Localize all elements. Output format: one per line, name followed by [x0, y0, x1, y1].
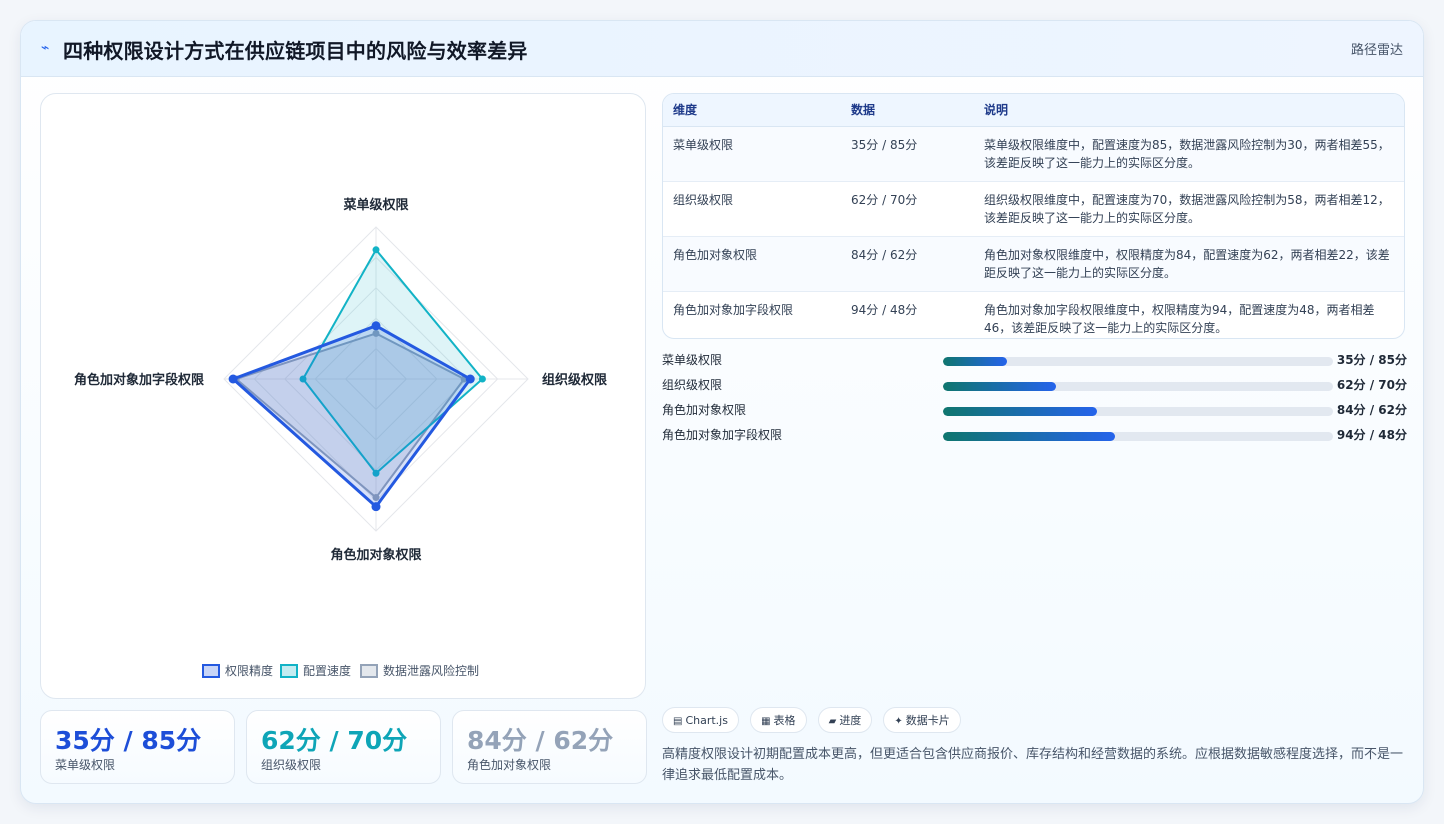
- progress-row: 菜单级权限 35分 / 85分: [662, 351, 1407, 376]
- legend-swatch: [360, 664, 378, 678]
- feature-chips: ▤ Chart.js ▦ 表格 ▰ 进度 ✦ 数据卡片: [662, 707, 967, 735]
- axis-label: 菜单级权限: [342, 197, 409, 213]
- progress-track: [943, 382, 1333, 391]
- progress-label: 菜单级权限: [662, 353, 723, 367]
- progress-value: 62分 / 70分: [1336, 378, 1407, 392]
- stat-label: 角色加对象权限: [467, 758, 552, 772]
- column-header: 维度: [663, 94, 841, 127]
- chip-label: 表格: [773, 714, 796, 727]
- stat-card: 35分 / 85分 菜单级权限: [40, 710, 235, 784]
- cell-dimension: 菜单级权限: [663, 126, 841, 182]
- stat-label: 组织级权限: [261, 758, 322, 772]
- cell-description: 菜单级权限维度中，配置速度为85，数据泄露风险控制为30，两者相差55，该差距反…: [974, 126, 1404, 182]
- cell-description: 角色加对象加字段权限维度中，权限精度为94，配置速度为48，两者相差46，该差距…: [984, 302, 1375, 335]
- progress-value: 84分 / 62分: [1336, 403, 1407, 417]
- cell-dimension: 角色加对象权限: [663, 236, 841, 292]
- progress-label: 角色加对象加字段权限: [662, 428, 783, 442]
- radar-chart: 菜单级权限组织级权限角色加对象权限 角色加对象加字段权限权限精度 配置速度 数据泄露风…: [74, 197, 608, 678]
- data-point: [465, 374, 475, 384]
- table-icon: ▦: [761, 716, 771, 727]
- progress-value: 94分 / 48分: [1336, 428, 1407, 442]
- cell-description: 组织级权限维度中，配置速度为70，数据泄露风险控制为58，两者相差12，该差距反…: [974, 181, 1404, 237]
- cell-dimension: 组织级权限: [663, 181, 841, 237]
- chart-icon: ▤: [673, 716, 683, 727]
- progress-value: 35分 / 85分: [1336, 353, 1407, 367]
- progress-row: 组织级权限 62分 / 70分: [662, 376, 1407, 401]
- stat-value: 84分 / 62分: [467, 726, 614, 755]
- chip-label: 数据卡片: [905, 714, 950, 727]
- progress-track: [943, 407, 1333, 416]
- legend-label: 配置速度: [303, 663, 351, 678]
- progress-row: 角色加对象加字段权限 94分 / 48分: [662, 426, 1407, 451]
- report-card: ⌁ 四种权限设计方式在供应链项目中的风险与效率差异 路径雷达 菜单级权限 组织级权…: [20, 20, 1424, 804]
- chip-table[interactable]: ▦ 表格: [750, 707, 807, 733]
- progress-track: [943, 357, 1333, 366]
- chip-data-card[interactable]: ✦ 数据卡片: [883, 707, 961, 733]
- stat-card: 84分 / 62分 角色加对象权限: [452, 710, 647, 784]
- signal-icon: ⌁: [41, 40, 50, 56]
- axis-label: 角色加对象加字段权限: [74, 372, 205, 388]
- cell-data: 62分 / 70分: [841, 181, 974, 237]
- data-point: [228, 374, 238, 384]
- legend-label: 数据泄露风险控制: [383, 663, 479, 678]
- progress-fill: [943, 407, 1098, 416]
- chip-progress[interactable]: ▰ 进度: [817, 707, 873, 733]
- progress-list: 菜单级权限 35分 / 85分 组织级权限 62分 / 70分 角色加对象权限 …: [662, 351, 1407, 451]
- sparkle-icon: ✦: [894, 716, 903, 727]
- header-tag: 路径雷达: [1350, 43, 1403, 58]
- summary-note: 高精度权限设计初期配置成本更高，但更适合包含供应商报价、库存结构和经营数据的系统…: [662, 747, 1404, 783]
- data-point: [371, 321, 381, 331]
- axis-label: 组织级权限: [542, 372, 608, 388]
- data-table: 维度 数据 说明 菜单级权限 35分 / 85分 菜单级权限维度中，配置速度为8…: [662, 93, 1405, 339]
- progress-row: 角色加对象权限 84分 / 62分: [662, 401, 1407, 426]
- progress-icon: ▰: [828, 716, 837, 727]
- cell-data: 84分 / 62分: [841, 236, 974, 292]
- cell-dimension: 角色加对象加字段权限: [673, 302, 794, 317]
- legend-swatch: [202, 664, 220, 678]
- progress-track: [943, 432, 1333, 441]
- radar-chart-panel: 菜单级权限组织级权限角色加对象权限 角色加对象加字段权限权限精度 配置速度 数据泄露风…: [40, 93, 646, 699]
- data-point: [372, 246, 380, 254]
- stat-card: 62分 / 70分 组织级权限: [246, 710, 441, 784]
- legend-swatch: [280, 664, 298, 678]
- axis-label: 角色加对象权限: [330, 547, 422, 563]
- progress-label: 角色加对象权限: [662, 403, 747, 417]
- table-row: 角色加对象加字段权限 94分 / 48分 角色加对象加字段权限维度中，权限精度为…: [663, 291, 1404, 338]
- cell-data: 35分 / 85分: [841, 126, 974, 182]
- progress-fill: [943, 432, 1115, 441]
- chip-label: Chart.js: [685, 714, 728, 727]
- cell-data: 94分 / 48分: [851, 302, 918, 317]
- table-row: 角色加对象权限 84分 / 62分 角色加对象权限维度中，权限精度为84，配置速…: [663, 236, 1404, 292]
- legend-label: 权限精度: [225, 663, 273, 678]
- cell-description: 角色加对象权限维度中，权限精度为84，配置速度为62，两者相差22，该差距反映了…: [974, 236, 1404, 292]
- chip-label: 进度: [839, 714, 862, 727]
- progress-label: 组织级权限: [662, 378, 723, 392]
- card-header: ⌁ 四种权限设计方式在供应链项目中的风险与效率差异 路径雷达: [21, 21, 1423, 77]
- data-point: [371, 502, 381, 512]
- table-header-row: 维度 数据 说明: [663, 94, 1404, 127]
- table-row: 菜单级权限 35分 / 85分 菜单级权限维度中，配置速度为85，数据泄露风险控…: [663, 126, 1404, 182]
- progress-fill: [943, 382, 1057, 391]
- stat-value: 35分 / 85分: [55, 726, 202, 755]
- page-title: 四种权限设计方式在供应链项目中的风险与效率差异: [63, 39, 528, 63]
- data-point: [478, 375, 486, 383]
- column-header: 数据: [841, 94, 974, 127]
- progress-fill: [943, 357, 1008, 366]
- chip-chartjs[interactable]: ▤ Chart.js: [662, 707, 739, 733]
- column-header: 说明: [974, 94, 1404, 127]
- table-row: 组织级权限 62分 / 70分 组织级权限维度中，配置速度为70，数据泄露风险控…: [663, 181, 1404, 237]
- stat-value: 62分 / 70分: [261, 726, 408, 755]
- stat-label: 菜单级权限: [55, 758, 116, 772]
